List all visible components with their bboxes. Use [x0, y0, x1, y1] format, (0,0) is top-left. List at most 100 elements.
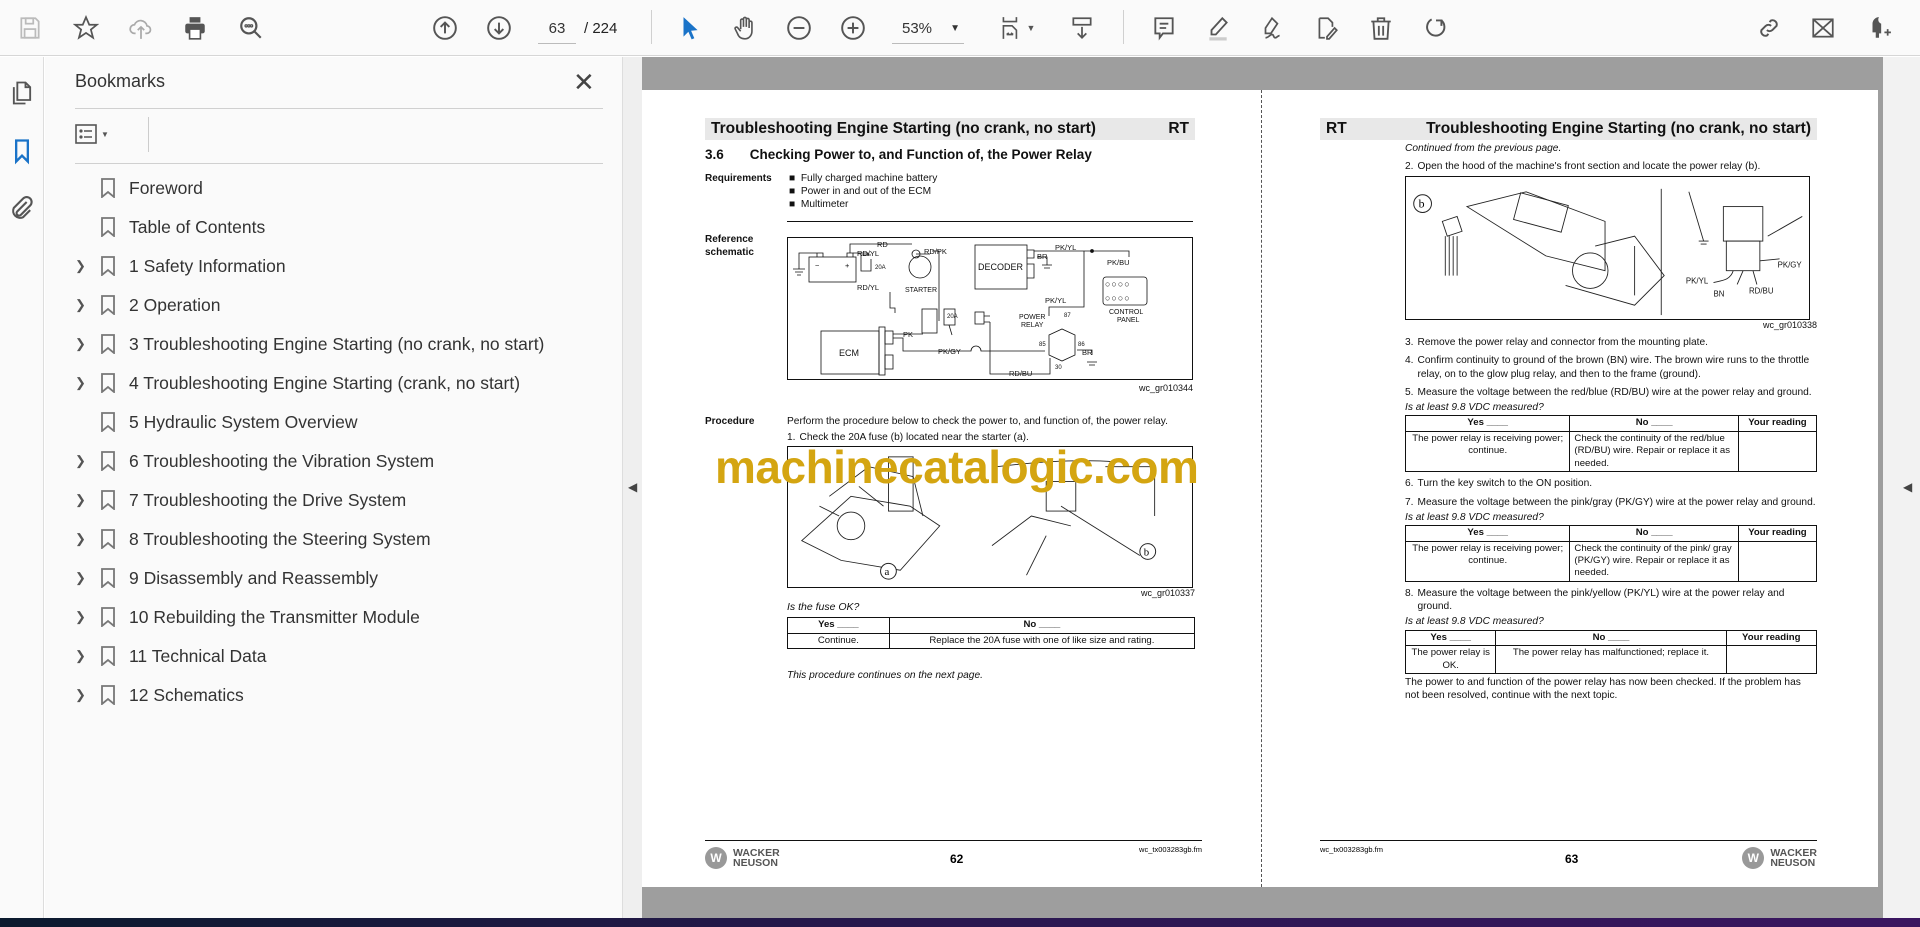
chevron-right-icon[interactable]: ❯: [75, 453, 97, 469]
page-thumbnails-icon[interactable]: [8, 79, 36, 107]
toolbar: 63 / 224 53% ▼ ▼: [0, 0, 1920, 56]
right-pane-gutter[interactable]: ◀: [1883, 57, 1920, 918]
wire-label: PK: [903, 330, 913, 339]
save-icon[interactable]: [14, 12, 46, 44]
bookmark-icon: [101, 490, 115, 510]
sign-icon[interactable]: [1256, 12, 1288, 44]
step-text: Measure the voltage between the red/blue…: [1417, 386, 1812, 398]
chevron-right-icon[interactable]: ❯: [75, 687, 97, 703]
bookmark-item[interactable]: Foreword: [75, 170, 605, 206]
bookmark-label: 10 Rebuilding the Transmitter Module: [129, 606, 420, 627]
chevron-right-icon[interactable]: ❯: [75, 492, 97, 508]
comment-icon[interactable]: [1148, 12, 1180, 44]
fit-dropdown-icon[interactable]: ▼: [1025, 12, 1037, 44]
figure-id: wc_gr010338: [1762, 319, 1817, 330]
chevron-right-icon[interactable]: ❯: [75, 258, 97, 274]
star-icon[interactable]: [70, 12, 102, 44]
left-navigation-rail: [0, 57, 44, 918]
zoom-level-select[interactable]: 53% ▼: [892, 14, 964, 44]
bookmark-item[interactable]: ❯ 2 Operation: [75, 287, 605, 323]
callout-b: b: [1419, 196, 1425, 210]
email-icon[interactable]: [1807, 12, 1839, 44]
bookmark-item[interactable]: ❯ 8 Troubleshooting the Steering System: [75, 521, 605, 557]
power-relay-figure: b PK/YL BN RD/BU PK/GY: [1405, 175, 1810, 320]
fuse-label: 20A: [875, 265, 886, 271]
add-user-icon[interactable]: [1863, 12, 1895, 44]
bookmark-item[interactable]: ❯ 9 Disassembly and Reassembly: [75, 560, 605, 596]
chevron-right-icon[interactable]: ❯: [75, 336, 97, 352]
panel-resize-gutter[interactable]: ◀: [622, 57, 642, 918]
bookmark-item[interactable]: ❯ 6 Troubleshooting the Vibration System: [75, 443, 605, 479]
bookmark-item[interactable]: 5 Hydraulic System Overview: [75, 404, 605, 440]
chevron-right-icon[interactable]: ❯: [75, 297, 97, 313]
bookmark-item[interactable]: Table of Contents: [75, 209, 605, 245]
page-number-input[interactable]: 63: [538, 14, 576, 44]
bookmark-item[interactable]: ❯ 4 Troubleshooting Engine Starting (cran…: [75, 365, 605, 401]
share-link-icon[interactable]: [1753, 12, 1785, 44]
bookmark-item[interactable]: ❯ 11 Technical Data: [75, 638, 605, 674]
svg-text:○○○○: ○○○○: [1105, 293, 1131, 303]
select-cursor-icon[interactable]: [674, 12, 706, 44]
chevron-right-icon[interactable]: ❯: [75, 609, 97, 625]
page-spread: Troubleshooting Engine Starting (no cran…: [642, 90, 1878, 887]
bookmark-icon: [101, 178, 115, 198]
panel-title: Bookmarks: [75, 71, 166, 91]
collapse-panel-icon[interactable]: ◀: [628, 480, 637, 494]
bookmark-label: 9 Disassembly and Reassembly: [129, 567, 378, 588]
reference-schematic: RD RD/YL 20A RD/YL RD/PK STARTER DECODER…: [787, 236, 1193, 380]
wire-label: PK/GY: [1778, 260, 1803, 269]
edit-pdf-icon[interactable]: [1311, 12, 1343, 44]
continues-note: This procedure continues on the next pag…: [787, 670, 983, 682]
bookmark-options-button[interactable]: ▼: [75, 119, 115, 149]
question-text: Is at least 9.8 VDC measured?: [1405, 511, 1544, 523]
chevron-down-icon: ▼: [950, 23, 960, 34]
delete-icon[interactable]: [1365, 12, 1397, 44]
bookmark-item[interactable]: ❯ 3 Troubleshooting Engine Starting (no c…: [75, 326, 605, 362]
bookmark-item[interactable]: ❯ 7 Troubleshooting the Drive System: [75, 482, 605, 518]
rotate-icon[interactable]: [1420, 12, 1452, 44]
bookmarks-icon[interactable]: [8, 137, 36, 165]
page-total: / 224: [584, 20, 618, 37]
pin-label: 85: [1039, 342, 1046, 348]
question-text: Is at least 9.8 VDC measured?: [1405, 402, 1544, 414]
previous-page-button[interactable]: [429, 12, 461, 44]
chevron-right-icon[interactable]: ❯: [75, 375, 97, 391]
yes-cell: Continue.: [787, 632, 890, 650]
reading-cell: [1737, 540, 1818, 582]
wire-label: BR: [1037, 252, 1048, 261]
upload-cloud-icon[interactable]: [125, 12, 157, 44]
search-icon[interactable]: [235, 12, 267, 44]
bookmark-item[interactable]: ❯ 10 Rebuilding the Transmitter Module: [75, 599, 605, 635]
header-code: RT: [1168, 120, 1189, 137]
bookmark-icon: [101, 646, 115, 666]
control-panel-label: CONTROL: [1109, 309, 1143, 316]
reading-cell: [1737, 430, 1818, 473]
zoom-level: 53%: [902, 20, 933, 37]
chevron-right-icon[interactable]: ❯: [75, 648, 97, 664]
bookmark-item[interactable]: ❯ 1 Safety Information: [75, 248, 605, 284]
attachments-icon[interactable]: [8, 195, 36, 223]
next-page-button[interactable]: [483, 12, 515, 44]
chevron-right-icon[interactable]: ❯: [75, 531, 97, 547]
fit-page-icon[interactable]: [995, 12, 1027, 44]
bookmark-icon: [101, 256, 115, 276]
bookmark-item[interactable]: ❯ 12 Schematics: [75, 677, 605, 713]
zoom-in-button[interactable]: [837, 12, 869, 44]
bookmark-icon: [101, 412, 115, 432]
divider: [75, 163, 603, 164]
wire-label: RD/BU: [1749, 286, 1774, 295]
zoom-out-button[interactable]: [783, 12, 815, 44]
result-table: Yes ____ No ____ Continue. Replace the 20A…: [787, 617, 1196, 650]
page-divider: [1261, 90, 1262, 887]
highlight-icon[interactable]: [1202, 12, 1234, 44]
expand-right-pane-icon[interactable]: ◀: [1903, 480, 1912, 494]
close-panel-button[interactable]: ✕: [573, 67, 595, 98]
divider: [1123, 10, 1124, 44]
bookmark-label: 3 Troubleshooting Engine Starting (no cr…: [129, 333, 545, 354]
print-icon[interactable]: [179, 12, 211, 44]
hand-tool-icon[interactable]: [729, 12, 761, 44]
scroll-mode-icon[interactable]: [1066, 12, 1098, 44]
bookmark-label: 7 Troubleshooting the Drive System: [129, 489, 407, 510]
power-relay-label: POWER: [1019, 314, 1045, 321]
chevron-right-icon[interactable]: ❯: [75, 570, 97, 586]
